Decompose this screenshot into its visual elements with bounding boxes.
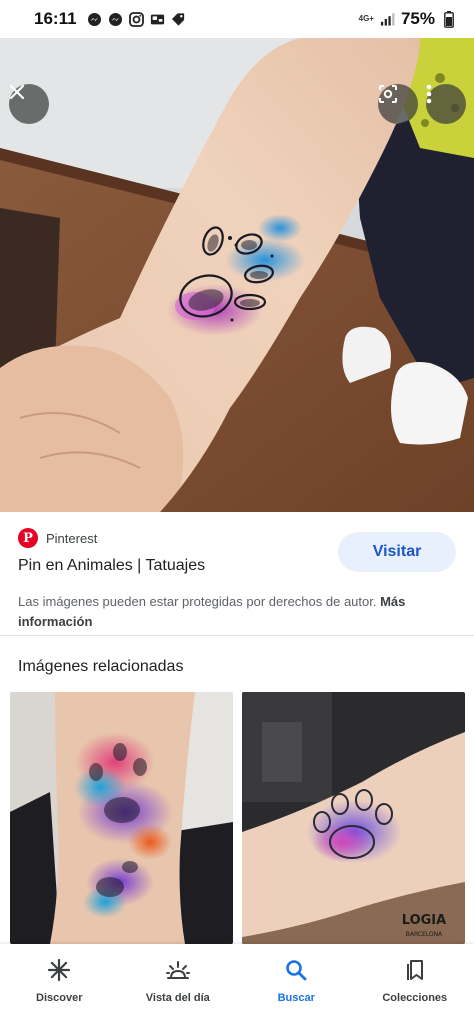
status-time: 16:11 — [34, 9, 77, 28]
watermark-line-1: LOGIA — [402, 913, 446, 928]
signal-icon — [380, 12, 395, 27]
more-options-button[interactable] — [426, 84, 466, 124]
camera-roll-icon — [150, 12, 165, 27]
battery-icon — [441, 10, 456, 28]
related-tattoo-photo-1 — [10, 692, 233, 944]
status-bar: 16:11 4G+ 75% — [0, 0, 474, 38]
copyright-notice: Las imágenes pueden estar protegidas por… — [18, 592, 458, 632]
nav-discover[interactable]: Discover — [0, 944, 119, 1027]
lens-button[interactable] — [378, 84, 418, 124]
screen: 16:11 4G+ 75% P Pinterest Visitar Pin en… — [0, 0, 474, 1027]
bookmarks-icon — [402, 957, 428, 983]
instagram-icon — [128, 11, 144, 27]
nav-label: Colecciones — [382, 992, 448, 1004]
source-row[interactable]: P Pinterest — [18, 528, 97, 548]
copyright-text: Las imágenes pueden estar protegidas por… — [18, 594, 377, 609]
asterisk-icon — [46, 957, 72, 983]
visit-button[interactable]: Visitar — [338, 532, 456, 572]
nav-label: Vista del día — [145, 992, 210, 1004]
divider — [0, 635, 474, 636]
tag-icon — [171, 12, 186, 27]
source-name: Pinterest — [46, 530, 98, 546]
image-title[interactable]: Pin en Animales | Tatuajes — [18, 557, 205, 575]
messenger-icon — [108, 12, 123, 27]
status-left: 16:11 — [34, 9, 186, 29]
nav-colecciones[interactable]: Colecciones — [356, 944, 474, 1027]
bottom-navigation: Discover Vista del día Buscar Coleccione… — [0, 944, 474, 1027]
messenger-icon — [87, 12, 102, 27]
related-image-2[interactable]: LOGIA BARCELONA — [242, 692, 465, 944]
hero-image[interactable] — [0, 38, 474, 512]
related-images-heading: Imágenes relacionadas — [18, 658, 184, 675]
nav-label: Discover — [36, 992, 83, 1004]
network-type: 4G+ — [358, 14, 374, 23]
nav-buscar[interactable]: Buscar — [237, 944, 356, 1027]
close-button[interactable] — [9, 84, 49, 124]
search-icon — [283, 957, 309, 983]
status-right: 4G+ 75% — [359, 9, 456, 29]
battery-level: 75% — [400, 9, 435, 28]
pinterest-icon: P — [18, 528, 38, 548]
nav-vista-del-dia[interactable]: Vista del día — [119, 944, 238, 1027]
nav-label: Buscar — [277, 992, 315, 1004]
sunrise-icon — [165, 957, 191, 983]
related-tattoo-photo-2: LOGIA BARCELONA — [242, 692, 465, 944]
watermark-line-2: BARCELONA — [406, 931, 443, 938]
related-image-1[interactable] — [10, 692, 233, 944]
